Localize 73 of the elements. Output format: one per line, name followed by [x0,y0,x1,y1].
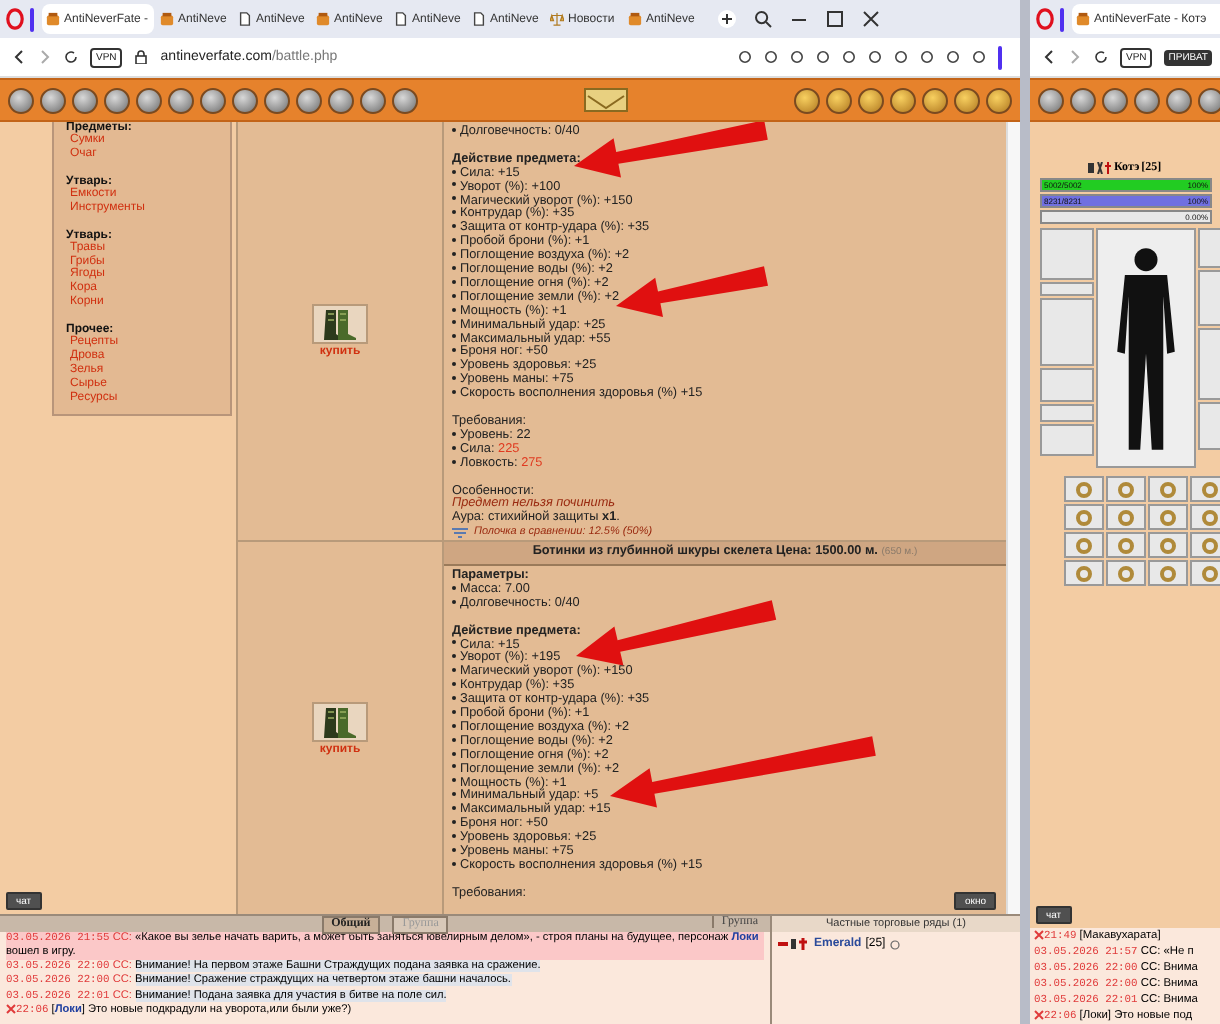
lock-icon[interactable] [134,50,149,64]
back-icon[interactable] [12,50,26,64]
cross-icon [1034,1010,1044,1020]
status-icons [1088,162,1112,174]
document-icon [472,12,486,26]
boots-picture [312,304,368,344]
ring-slot[interactable] [1106,476,1146,502]
ring-slot[interactable] [1190,476,1220,502]
opera-icon[interactable] [1036,8,1054,30]
toolbar-button[interactable] [922,87,948,113]
toolbar-button[interactable] [264,87,290,113]
toolbar-button[interactable] [826,87,852,113]
ring-slot[interactable] [1106,560,1146,586]
toolbar-button[interactable] [794,87,820,113]
back-icon[interactable] [1042,50,1056,64]
toolbar-button[interactable] [40,87,66,113]
ring-slot[interactable] [1064,504,1104,530]
toolbar-button[interactable] [168,87,194,113]
ring-slot[interactable] [1064,532,1104,558]
maximize-icon[interactable] [826,10,844,28]
chest-icon [628,12,642,26]
toolbar-button[interactable] [858,87,884,113]
chest-icon [46,12,60,26]
cross-icon [6,1004,16,1015]
document-icon [238,12,252,26]
ring-slot[interactable] [1190,532,1220,558]
chest-icon [316,12,330,26]
toolbar-button[interactable] [232,87,258,113]
reload-icon[interactable] [1094,50,1108,64]
info-icon[interactable] [889,939,900,949]
reload-icon[interactable] [64,50,78,64]
chest-icon [1076,12,1090,26]
toolbar-button[interactable] [392,87,418,113]
toolbar-button[interactable] [8,87,34,113]
ring-slot[interactable] [1148,532,1188,558]
ring-slot[interactable] [1064,560,1104,586]
toolbar-button[interactable] [136,87,162,113]
document-icon [394,12,408,26]
scales-icon [550,12,564,26]
ring-slot[interactable] [1106,532,1146,558]
ring-slot[interactable] [1106,504,1146,530]
player-status-icon [778,938,810,950]
toolbar-button[interactable] [1102,87,1128,113]
toolbar-button[interactable] [360,87,386,113]
opera-icon[interactable] [6,8,24,30]
toolbar-button[interactable] [1166,87,1192,113]
toolbar-button[interactable] [296,87,322,113]
ring-slot[interactable] [1148,504,1188,530]
ring-slot[interactable] [1148,476,1188,502]
toolbar-button[interactable] [1134,87,1160,113]
search-icon[interactable] [754,10,772,28]
toolbar-button[interactable] [1070,87,1096,113]
toolbar-button[interactable] [986,87,1012,113]
boots-picture [312,701,368,742]
mail-button[interactable] [584,88,628,112]
toolbar-button[interactable] [1198,87,1220,113]
ring-slot[interactable] [1190,560,1220,586]
scrollbar[interactable] [1006,122,1020,914]
toolbar-button[interactable] [328,87,354,113]
toolbar-button[interactable] [954,87,980,113]
toolbar-button[interactable] [1038,87,1064,113]
close-icon[interactable] [862,10,880,28]
cross-icon [1034,930,1044,940]
ring-slot[interactable] [1064,476,1104,502]
toolbar-button[interactable] [200,87,226,113]
ring-slot[interactable] [1190,504,1220,530]
ring-slot[interactable] [1148,560,1188,586]
new-tab-icon[interactable] [718,10,736,28]
toolbar-button[interactable] [72,87,98,113]
toolbar-button[interactable] [104,87,130,113]
compare-icon [452,528,468,539]
chest-icon [160,12,174,26]
toolbar-button[interactable] [890,87,916,113]
